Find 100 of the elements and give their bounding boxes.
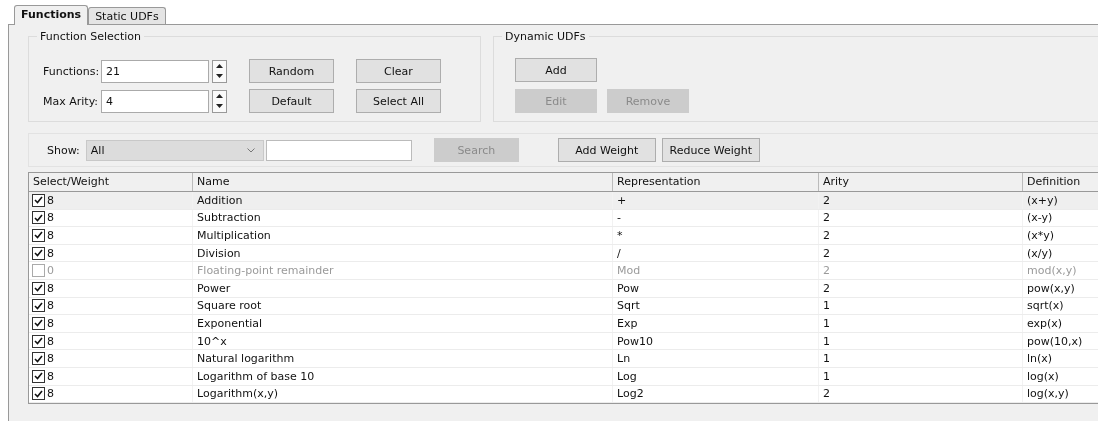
checkbox[interactable] bbox=[32, 334, 45, 348]
weight-value: 8 bbox=[47, 299, 54, 313]
table-cell: Sqrt bbox=[617, 299, 640, 313]
table-cell: log(x) bbox=[1027, 369, 1059, 383]
number-field[interactable]: 4 bbox=[101, 89, 209, 113]
table-cell: pow(10,x) bbox=[1027, 334, 1083, 348]
table-cell: log(x,y) bbox=[1027, 387, 1069, 401]
table-cell: exp(x) bbox=[1027, 316, 1063, 330]
checkbox[interactable] bbox=[32, 387, 45, 401]
checkbox[interactable] bbox=[32, 369, 45, 383]
weight-value: 8 bbox=[47, 229, 54, 242]
group-title: Function Selection bbox=[37, 30, 144, 43]
table-cell: Subtraction bbox=[197, 211, 261, 225]
column-header[interactable]: Representation bbox=[613, 173, 819, 191]
checkbox[interactable] bbox=[32, 229, 45, 242]
spin-buttons[interactable] bbox=[212, 89, 227, 113]
table-cell: 2 bbox=[823, 281, 830, 295]
table-cell: (x*y) bbox=[1027, 229, 1055, 242]
weight-value: 8 bbox=[47, 369, 54, 383]
table-cell: Log bbox=[617, 369, 637, 383]
table-cell: Exponential bbox=[197, 316, 263, 330]
button[interactable]: Select All bbox=[356, 89, 441, 113]
table-cell: 2 bbox=[823, 387, 830, 401]
table-cell: + bbox=[617, 193, 627, 207]
checkbox[interactable] bbox=[32, 299, 45, 313]
table-cell: Logarithm(x,y) bbox=[197, 387, 279, 401]
table-cell: Log2 bbox=[617, 387, 644, 401]
table-row[interactable]: 8 Exponential Exp 1 exp(x) bbox=[29, 315, 1098, 333]
table-cell: pow(x,y) bbox=[1027, 281, 1075, 295]
table-row[interactable]: 8 Addition + 2 (x+y) bbox=[29, 192, 1098, 210]
checkbox[interactable] bbox=[32, 264, 45, 278]
table-cell: mod(x,y) bbox=[1027, 264, 1077, 278]
table-cell: 1 bbox=[823, 369, 830, 383]
table-cell: Natural logarithm bbox=[197, 352, 295, 366]
search-field[interactable] bbox=[265, 139, 412, 161]
column-header[interactable]: Select/Weight bbox=[29, 173, 193, 191]
button[interactable]: Add bbox=[515, 58, 597, 82]
table-cell: Square root bbox=[197, 299, 262, 313]
tab[interactable]: Static UDFs bbox=[88, 7, 166, 24]
weight-value: 8 bbox=[47, 334, 54, 348]
table-cell: Mod bbox=[617, 264, 641, 278]
checkbox[interactable] bbox=[32, 281, 45, 295]
table-cell: 1 bbox=[823, 316, 830, 330]
field-label: Functions: bbox=[43, 64, 101, 78]
table-cell: 1 bbox=[823, 352, 830, 366]
table-row[interactable]: 8 Multiplication * 2 (x*y) bbox=[29, 227, 1098, 245]
table-cell: Addition bbox=[197, 193, 243, 207]
table-cell: 2 bbox=[823, 264, 830, 278]
table-cell: Division bbox=[197, 246, 241, 260]
table-cell: - bbox=[617, 211, 621, 225]
table-cell: 2 bbox=[823, 211, 830, 225]
button[interactable]: Reduce Weight bbox=[661, 138, 760, 162]
show-label: Show: bbox=[47, 143, 80, 157]
checkbox[interactable] bbox=[32, 193, 45, 207]
checkbox[interactable] bbox=[32, 316, 45, 330]
table-cell: 1 bbox=[823, 334, 830, 348]
table-cell: Logarithm of base 10 bbox=[197, 369, 315, 383]
table-cell: 10^x bbox=[197, 334, 227, 348]
table-cell: Exp bbox=[617, 316, 638, 330]
number-field[interactable]: 21 bbox=[101, 59, 209, 83]
table-cell: Power bbox=[197, 281, 231, 295]
show-dropdown[interactable]: All bbox=[85, 139, 264, 161]
table-cell: (x+y) bbox=[1027, 193, 1058, 207]
table-cell: 2 bbox=[823, 229, 830, 242]
weight-value: 8 bbox=[47, 281, 54, 295]
chevron-down-icon bbox=[246, 147, 255, 153]
weight-value: 0 bbox=[47, 264, 54, 278]
table-cell: Pow10 bbox=[617, 334, 653, 348]
button[interactable]: Add Weight bbox=[557, 138, 656, 162]
button[interactable]: Clear bbox=[356, 59, 441, 83]
table-cell: 1 bbox=[823, 299, 830, 313]
group-title: Dynamic UDFs bbox=[502, 30, 589, 43]
table-cell: (x/y) bbox=[1027, 246, 1053, 260]
table-cell: Pow bbox=[617, 281, 639, 295]
weight-value: 8 bbox=[47, 316, 54, 330]
checkbox[interactable] bbox=[32, 211, 45, 225]
tab[interactable]: Functions bbox=[14, 5, 89, 25]
column-header[interactable]: Definition bbox=[1023, 173, 1098, 191]
table-cell: Floating-point remainder bbox=[197, 264, 334, 278]
checkbox[interactable] bbox=[32, 352, 45, 366]
button[interactable]: Random bbox=[249, 59, 334, 83]
spin-buttons[interactable] bbox=[212, 59, 227, 83]
column-header[interactable]: Name bbox=[193, 173, 613, 191]
table-cell: ln(x) bbox=[1027, 352, 1053, 366]
weight-value: 8 bbox=[47, 352, 54, 366]
table-cell: (x-y) bbox=[1027, 211, 1053, 225]
weight-value: 8 bbox=[47, 246, 54, 260]
checkbox[interactable] bbox=[32, 246, 45, 260]
table-cell: / bbox=[617, 246, 621, 260]
column-header[interactable]: Arity bbox=[819, 173, 1023, 191]
table-cell: 2 bbox=[823, 193, 830, 207]
field-label: Max Arity: bbox=[43, 94, 100, 108]
weight-value: 8 bbox=[47, 211, 54, 225]
table-cell: sqrt(x) bbox=[1027, 299, 1064, 313]
table-row[interactable]: 8 Natural logarithm Ln 1 ln(x) bbox=[29, 350, 1098, 368]
weight-value: 8 bbox=[47, 387, 54, 401]
button[interactable]: Default bbox=[249, 89, 334, 113]
table-cell: Ln bbox=[617, 352, 631, 366]
weight-value: 8 bbox=[47, 193, 54, 207]
table-cell: * bbox=[617, 229, 623, 242]
